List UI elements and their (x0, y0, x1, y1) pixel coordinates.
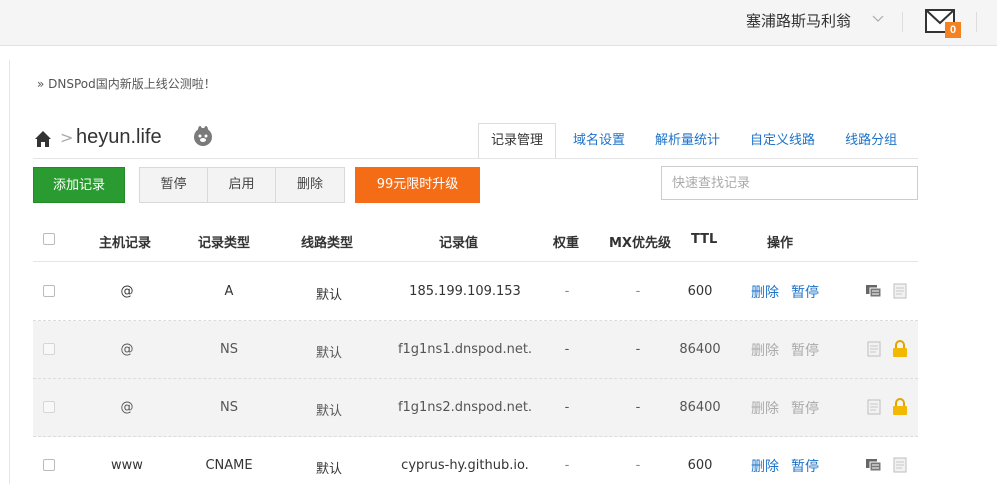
note-icon[interactable] (891, 282, 909, 300)
delete-button[interactable]: 删除 (276, 168, 344, 202)
table-header: 主机记录 记录类型 线路类型 记录值 权重 MX优先级 TTL 操作 (33, 218, 918, 262)
pause-button[interactable]: 暂停 (140, 168, 208, 202)
note-icon[interactable] (865, 398, 883, 416)
divider (902, 12, 903, 32)
cell-host: @ (120, 400, 134, 415)
tab-record-management[interactable]: 记录管理 (478, 123, 557, 159)
lock-icon (893, 398, 907, 415)
breadcrumb-separator: > (60, 128, 74, 147)
row-checkbox[interactable] (43, 285, 55, 297)
header-host: 主机记录 (99, 236, 152, 251)
pause-record-link: 暂停 (791, 401, 819, 417)
tab-custom-lines[interactable]: 自定义线路 (737, 123, 828, 159)
header-ttl: TTL (691, 232, 718, 247)
cell-line: 默认 (315, 346, 342, 361)
cell-type: NS (220, 400, 238, 415)
unread-badge: 0 (945, 22, 961, 38)
tab-line-groups[interactable]: 线路分组 (832, 123, 910, 159)
header-ops: 操作 (767, 236, 794, 251)
note-icon[interactable] (865, 340, 883, 358)
top-bar: 塞浦路斯马利翁 0 (0, 0, 997, 46)
cell-weight: - (564, 400, 570, 415)
delete-record-link: 删除 (751, 401, 779, 417)
cell-value: f1g1ns2.dnspod.net. (397, 400, 533, 415)
table-row: @ A 默认 185.199.109.153 - - 600 删除 暂停 (33, 263, 918, 321)
delete-record-link: 删除 (751, 343, 779, 359)
divider (9, 60, 10, 484)
cell-host[interactable]: www (103, 458, 151, 473)
cell-value[interactable]: 185.199.109.153 (385, 284, 545, 299)
header-line: 线路类型 (301, 236, 354, 251)
domain-title: heyun.life (76, 126, 162, 148)
remark-icon[interactable] (865, 456, 883, 474)
cell-ttl[interactable]: 600 (678, 458, 722, 473)
delete-record-link[interactable]: 删除 (751, 456, 779, 476)
cell-ttl[interactable]: 600 (678, 284, 722, 299)
cell-line: 默认 (315, 404, 342, 419)
chevron-down-icon[interactable] (872, 14, 884, 24)
remark-icon[interactable] (865, 282, 883, 300)
cell-host: @ (120, 342, 134, 357)
table-row: @ NS 默认 f1g1ns2.dnspod.net. - - 86400 删除… (33, 379, 918, 437)
cell-line[interactable]: 默认 (301, 284, 357, 303)
divider (33, 158, 918, 159)
cell-value: f1g1ns1.dnspod.net. (397, 342, 533, 357)
record-action-group: 暂停 启用 删除 (139, 167, 345, 203)
upgrade-button[interactable]: 99元限时升级 (355, 167, 480, 203)
row-checkbox (43, 401, 55, 413)
tab-domain-settings[interactable]: 域名设置 (560, 123, 638, 159)
cell-mx: - (635, 284, 641, 299)
lock-icon (893, 340, 907, 357)
rabbit-icon[interactable] (192, 125, 214, 147)
cell-value[interactable]: cyprus-hy.github.io. (385, 458, 545, 473)
search-input[interactable] (661, 166, 918, 200)
cell-mx: - (635, 458, 641, 473)
enable-button[interactable]: 启用 (208, 168, 276, 202)
notice-link[interactable]: » DNSPod国内新版上线公测啦！ (37, 75, 216, 92)
header-mx: MX优先级 (609, 236, 671, 251)
cell-host[interactable]: @ (103, 284, 151, 299)
cell-weight: - (564, 342, 570, 357)
header-type: 记录类型 (198, 236, 251, 251)
cell-ttl: 86400 (679, 400, 721, 415)
tab-bar: 记录管理 域名设置 解析量统计 自定义线路 线路分组 (478, 123, 914, 159)
cell-mx: - (635, 342, 641, 357)
cell-type: NS (220, 342, 238, 357)
username[interactable]: 塞浦路斯马利翁 (746, 10, 851, 31)
cell-ttl: 86400 (679, 342, 721, 357)
cell-type[interactable]: CNAME (199, 458, 259, 473)
header-value: 记录值 (439, 236, 479, 251)
cell-mx: - (635, 400, 641, 415)
pause-record-link[interactable]: 暂停 (791, 282, 819, 302)
pause-record-link: 暂停 (791, 343, 819, 359)
cell-weight: - (564, 458, 570, 473)
pause-record-link[interactable]: 暂停 (791, 456, 819, 476)
table-row: @ NS 默认 f1g1ns1.dnspod.net. - - 86400 删除… (33, 321, 918, 379)
delete-record-link[interactable]: 删除 (751, 282, 779, 302)
add-record-button[interactable]: 添加记录 (33, 167, 125, 203)
cell-weight: - (564, 284, 570, 299)
home-icon[interactable] (34, 130, 52, 148)
row-checkbox[interactable] (43, 459, 55, 471)
cell-type[interactable]: A (199, 284, 259, 299)
select-all-checkbox[interactable] (43, 233, 55, 245)
cell-line[interactable]: 默认 (301, 458, 357, 477)
row-checkbox (43, 343, 55, 355)
table-row: www CNAME 默认 cyprus-hy.github.io. - - 60… (33, 437, 918, 484)
header-weight: 权重 (553, 236, 580, 251)
divider (976, 12, 977, 32)
note-icon[interactable] (891, 456, 909, 474)
tab-resolution-stats[interactable]: 解析量统计 (642, 123, 733, 159)
